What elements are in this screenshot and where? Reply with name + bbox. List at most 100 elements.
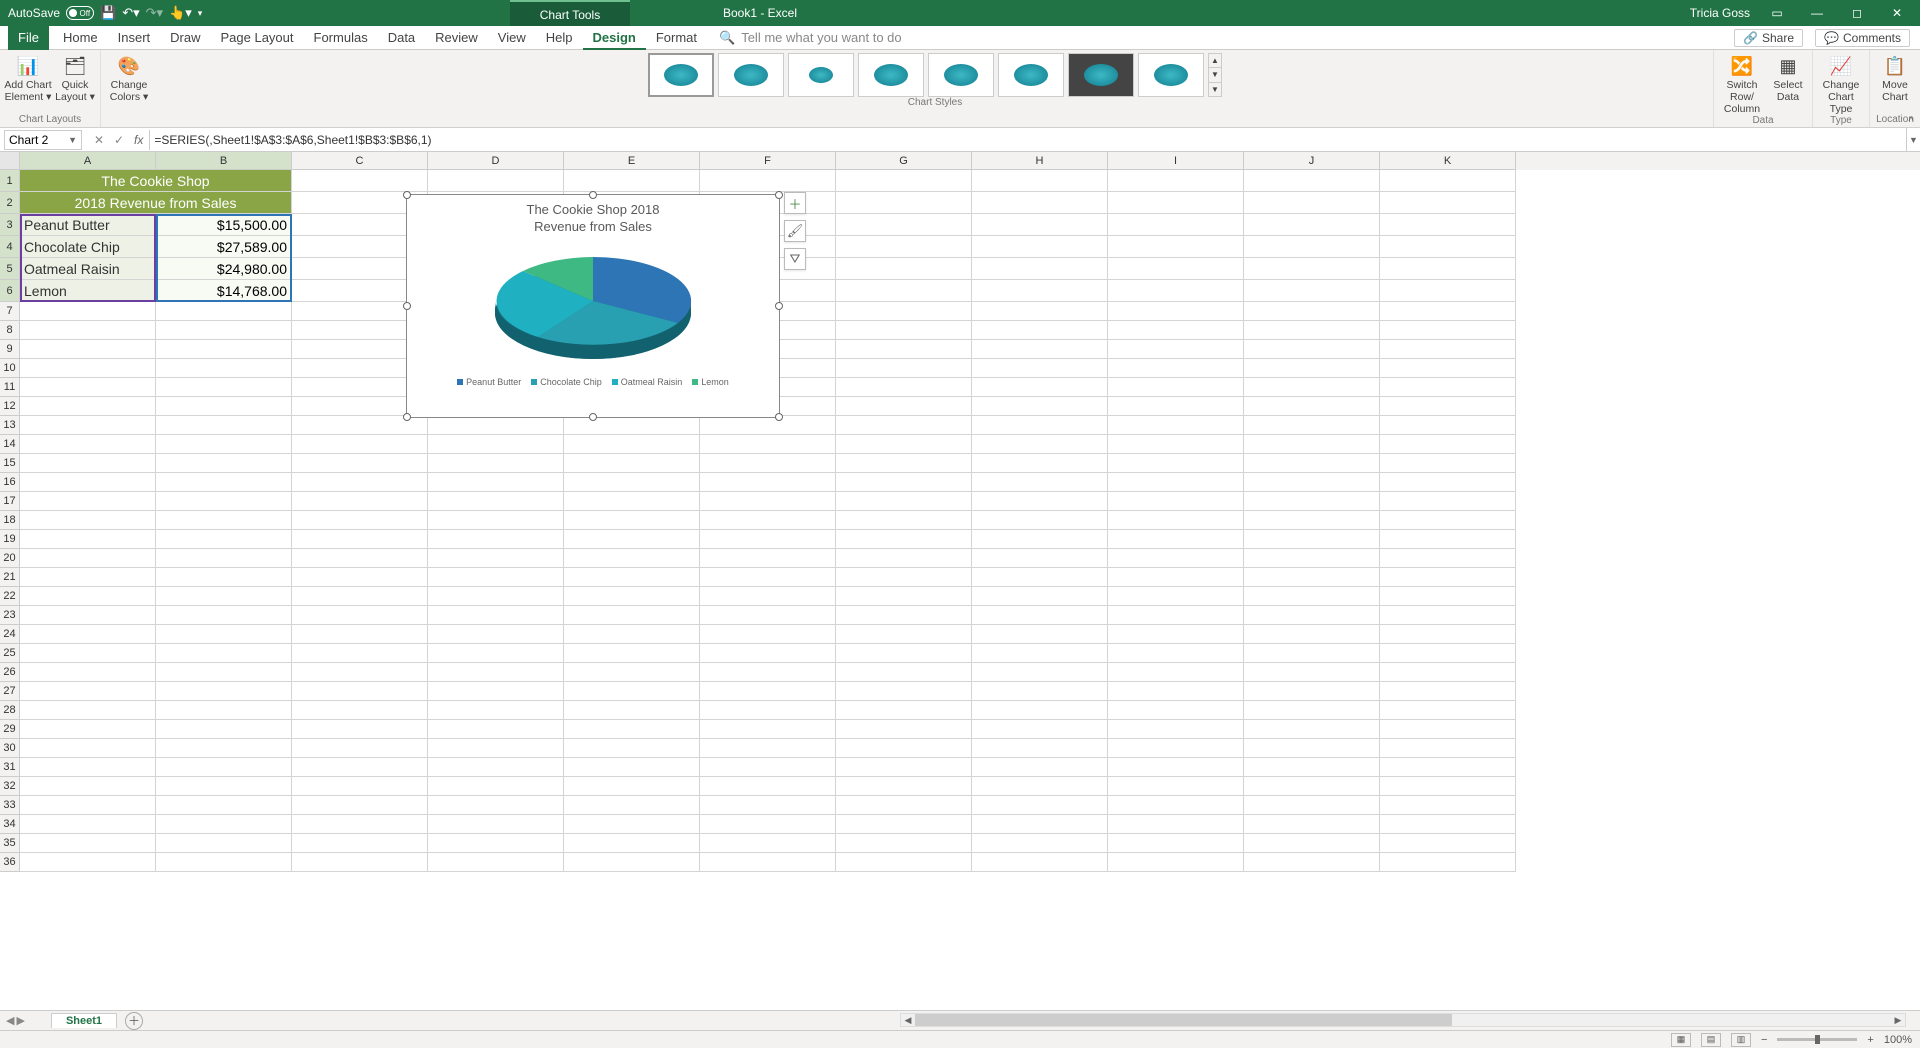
- row-header-26[interactable]: 26: [0, 663, 20, 682]
- row-header-11[interactable]: 11: [0, 378, 20, 397]
- select-data-button[interactable]: ▦ Select Data: [1768, 52, 1808, 103]
- redo-icon[interactable]: ↷▾: [146, 5, 163, 21]
- cell-A6[interactable]: Lemon: [20, 280, 156, 302]
- row-header-28[interactable]: 28: [0, 701, 20, 720]
- tab-format[interactable]: Format: [646, 26, 707, 50]
- chart-style-1[interactable]: [648, 53, 714, 97]
- ribbon-display-options-icon[interactable]: ▭: [1764, 6, 1790, 20]
- tab-formulas[interactable]: Formulas: [304, 26, 378, 50]
- chart-style-8[interactable]: [1138, 53, 1204, 97]
- tab-insert[interactable]: Insert: [108, 26, 161, 50]
- row-header-17[interactable]: 17: [0, 492, 20, 511]
- row-header-5[interactable]: 5: [0, 258, 20, 280]
- chart-style-5[interactable]: [928, 53, 994, 97]
- row-header-13[interactable]: 13: [0, 416, 20, 435]
- row-header-35[interactable]: 35: [0, 834, 20, 853]
- chart-filters-button[interactable]: ⛛: [784, 248, 806, 270]
- sheet-nav-next-icon[interactable]: ▶: [16, 1014, 24, 1027]
- row-header-23[interactable]: 23: [0, 606, 20, 625]
- new-sheet-button[interactable]: ＋: [125, 1012, 143, 1030]
- tab-review[interactable]: Review: [425, 26, 488, 50]
- row-header-19[interactable]: 19: [0, 530, 20, 549]
- tab-page-layout[interactable]: Page Layout: [211, 26, 304, 50]
- row-header-7[interactable]: 7: [0, 302, 20, 321]
- cell-C1[interactable]: [292, 170, 428, 192]
- cell-B5[interactable]: $24,980.00: [156, 258, 292, 280]
- pie-chart[interactable]: [407, 235, 779, 371]
- change-chart-type-button[interactable]: 📈 Change Chart Type: [1817, 52, 1865, 115]
- tell-me-search[interactable]: 🔍 Tell me what you want to do: [719, 30, 902, 46]
- collapse-ribbon-button[interactable]: ˄: [1908, 114, 1914, 125]
- tab-draw[interactable]: Draw: [160, 26, 210, 50]
- col-header-E[interactable]: E: [564, 152, 700, 170]
- row-header-33[interactable]: 33: [0, 796, 20, 815]
- row-header-20[interactable]: 20: [0, 549, 20, 568]
- row-header-31[interactable]: 31: [0, 758, 20, 777]
- view-normal-icon[interactable]: ▦: [1671, 1033, 1691, 1047]
- autosave-toggle[interactable]: AutoSave Off: [8, 6, 94, 20]
- row-header-15[interactable]: 15: [0, 454, 20, 473]
- col-header-H[interactable]: H: [972, 152, 1108, 170]
- col-header-J[interactable]: J: [1244, 152, 1380, 170]
- zoom-in-icon[interactable]: +: [1867, 1034, 1873, 1046]
- tab-data[interactable]: Data: [378, 26, 425, 50]
- view-page-break-icon[interactable]: ▥: [1731, 1033, 1751, 1047]
- row-header-22[interactable]: 22: [0, 587, 20, 606]
- view-page-layout-icon[interactable]: ▤: [1701, 1033, 1721, 1047]
- row-header-36[interactable]: 36: [0, 853, 20, 872]
- chart-style-4[interactable]: [858, 53, 924, 97]
- row-header-21[interactable]: 21: [0, 568, 20, 587]
- row-header-3[interactable]: 3: [0, 214, 20, 236]
- tab-view[interactable]: View: [488, 26, 536, 50]
- row-header-2[interactable]: 2: [0, 192, 20, 214]
- row-header-10[interactable]: 10: [0, 359, 20, 378]
- switch-row-column-button[interactable]: 🔀 Switch Row/ Column: [1718, 52, 1766, 115]
- cell-A3[interactable]: Peanut Butter: [20, 214, 156, 236]
- undo-icon[interactable]: ↶▾: [122, 5, 139, 21]
- sheet-nav-prev-icon[interactable]: ◀: [6, 1014, 14, 1027]
- chart-title[interactable]: The Cookie Shop 2018 Revenue from Sales: [407, 195, 779, 235]
- gallery-scroll-up[interactable]: ▲: [1209, 54, 1221, 68]
- cell-B3[interactable]: $15,500.00: [156, 214, 292, 236]
- col-header-A[interactable]: A: [20, 152, 156, 170]
- share-button[interactable]: 🔗Share: [1734, 29, 1803, 47]
- comments-button[interactable]: 💬Comments: [1815, 29, 1910, 47]
- sheet-tab-sheet1[interactable]: Sheet1: [51, 1013, 117, 1028]
- row-header-27[interactable]: 27: [0, 682, 20, 701]
- chart-style-6[interactable]: [998, 53, 1064, 97]
- row-header-25[interactable]: 25: [0, 644, 20, 663]
- name-box-dropdown-icon[interactable]: ▼: [68, 135, 77, 145]
- cell-A2[interactable]: 2018 Revenue from Sales: [20, 192, 292, 214]
- row-header-4[interactable]: 4: [0, 236, 20, 258]
- save-icon[interactable]: 💾: [100, 5, 116, 21]
- chart-object[interactable]: The Cookie Shop 2018 Revenue from Sales: [406, 194, 780, 418]
- chart-style-2[interactable]: [718, 53, 784, 97]
- change-colors-button[interactable]: 🎨 Change Colors ▾: [105, 52, 153, 103]
- col-header-F[interactable]: F: [700, 152, 836, 170]
- col-header-K[interactable]: K: [1380, 152, 1516, 170]
- col-header-C[interactable]: C: [292, 152, 428, 170]
- row-header-8[interactable]: 8: [0, 321, 20, 340]
- chart-elements-button[interactable]: ＋: [784, 192, 806, 214]
- cell-A4[interactable]: Chocolate Chip: [20, 236, 156, 258]
- add-chart-element-button[interactable]: 📊 Add Chart Element ▾: [4, 52, 52, 103]
- move-chart-button[interactable]: 📋 Move Chart: [1874, 52, 1916, 103]
- row-header-18[interactable]: 18: [0, 511, 20, 530]
- tab-file[interactable]: File: [8, 26, 49, 50]
- maximize-icon[interactable]: ◻: [1844, 6, 1870, 20]
- row-header-16[interactable]: 16: [0, 473, 20, 492]
- zoom-out-icon[interactable]: −: [1761, 1034, 1767, 1046]
- row-header-34[interactable]: 34: [0, 815, 20, 834]
- select-all-button[interactable]: [0, 152, 20, 170]
- row-header-32[interactable]: 32: [0, 777, 20, 796]
- zoom-slider[interactable]: [1777, 1038, 1857, 1041]
- cell-A5[interactable]: Oatmeal Raisin: [20, 258, 156, 280]
- enter-formula-icon[interactable]: ✓: [110, 133, 128, 147]
- col-header-I[interactable]: I: [1108, 152, 1244, 170]
- row-header-29[interactable]: 29: [0, 720, 20, 739]
- formula-expand-icon[interactable]: ▼: [1906, 128, 1920, 151]
- row-header-6[interactable]: 6: [0, 280, 20, 302]
- chart-styles-button[interactable]: 🖌: [784, 220, 806, 242]
- row-header-12[interactable]: 12: [0, 397, 20, 416]
- close-icon[interactable]: ✕: [1884, 6, 1910, 20]
